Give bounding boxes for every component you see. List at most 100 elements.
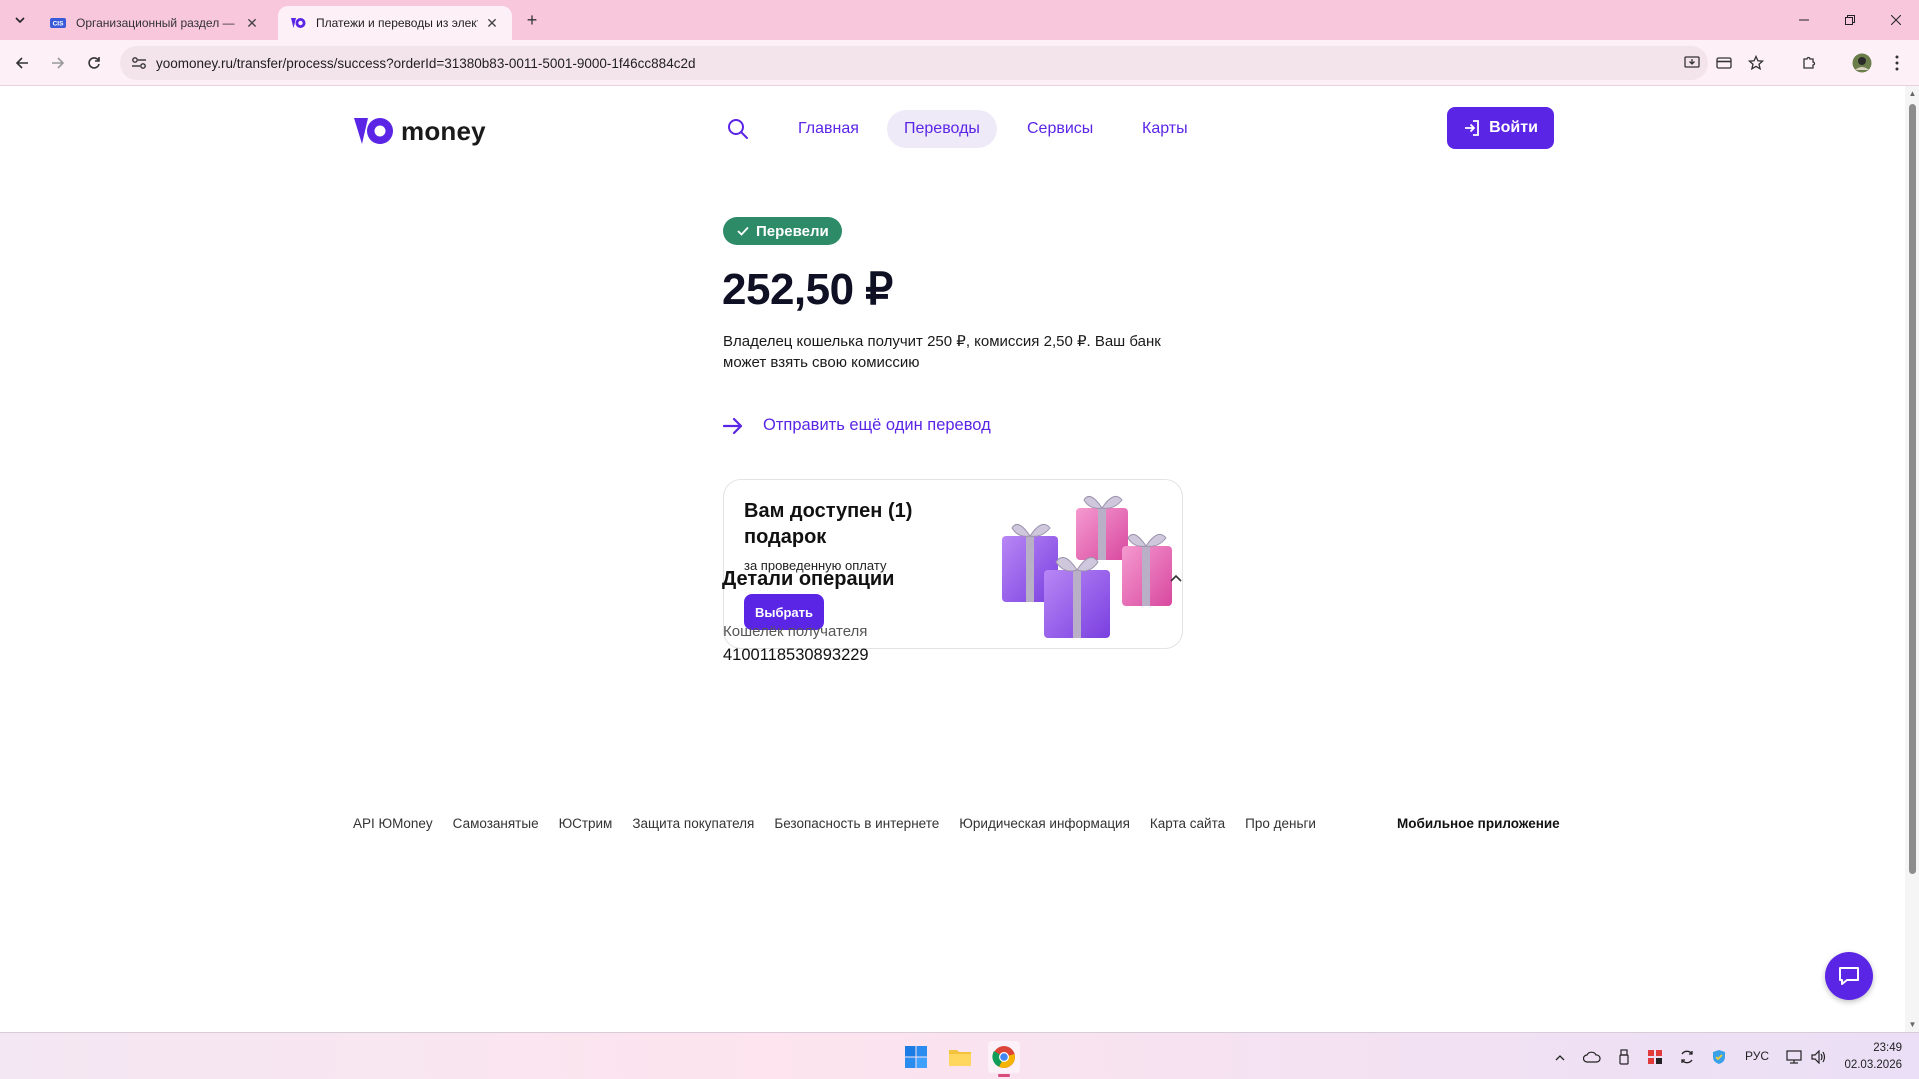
tab-yoomoney[interactable]: Платежи и переводы из элект ✕ [278, 6, 512, 40]
search-button[interactable] [724, 115, 752, 143]
volume-icon[interactable] [1809, 1047, 1829, 1067]
input-language[interactable]: РУС [1745, 1049, 1769, 1063]
status-badge: Перевели [723, 217, 842, 245]
scroll-down-icon[interactable]: ▼ [1908, 1020, 1917, 1029]
login-icon [1465, 120, 1479, 136]
reload-icon [88, 57, 100, 69]
arrow-right-icon [52, 57, 65, 69]
footer-mobile-app[interactable]: Мобильное приложение [1397, 816, 1560, 831]
footer-link-api[interactable]: API ЮMoney [353, 816, 433, 831]
nav-home[interactable]: Главная [781, 110, 876, 148]
footer-link-legal[interactable]: Юридическая информация [959, 816, 1130, 831]
star-icon[interactable] [1746, 54, 1766, 72]
footer-link-buyer-protection[interactable]: Защита покупателя [632, 816, 754, 831]
install-app-icon[interactable] [1682, 54, 1702, 72]
footer-link-sitemap[interactable]: Карта сайта [1150, 816, 1225, 831]
extensions-button[interactable] [1795, 49, 1823, 77]
more-vertical-icon [1895, 55, 1899, 71]
windows-logo-icon [905, 1046, 927, 1068]
active-app-indicator [998, 1074, 1010, 1077]
tab-title: Организационный раздел — [76, 16, 235, 30]
support-chat-button[interactable] [1825, 952, 1873, 1000]
chevron-up-icon[interactable] [1550, 1047, 1570, 1067]
close-tab-icon[interactable]: ✕ [244, 15, 260, 31]
footer-link-about-money[interactable]: Про деньги [1245, 816, 1316, 831]
app-tray-icon[interactable] [1645, 1047, 1665, 1067]
clock-date: 02.03.2026 [1844, 1059, 1902, 1071]
browser-toolbar: yoomoney.ru/transfer/process/success?ord… [0, 40, 1919, 86]
windows-taskbar: РУС 23:49 02.03.2026 [0, 1032, 1919, 1079]
login-label: Войти [1489, 119, 1538, 136]
forward-button[interactable] [44, 49, 72, 77]
status-label: Перевели [756, 222, 829, 240]
menu-button[interactable] [1883, 49, 1911, 77]
card-icon[interactable] [1714, 54, 1734, 72]
address-bar[interactable]: yoomoney.ru/transfer/process/success?ord… [120, 46, 1764, 80]
new-tab-button[interactable]: + [520, 8, 544, 32]
minimize-icon [1799, 19, 1809, 21]
recipient-wallet-label: Кошелёк получателя [723, 623, 868, 640]
scroll-up-icon[interactable]: ▲ [1908, 89, 1917, 98]
chrome-taskbar-button[interactable] [988, 1041, 1020, 1077]
puzzle-icon [1803, 56, 1816, 69]
check-icon [737, 226, 749, 236]
gift-title: Вам доступен (1) подарок [744, 500, 913, 548]
yoomoney-favicon-icon [290, 15, 306, 31]
chevron-down-icon [15, 17, 25, 24]
send-another-transfer-link[interactable]: Отправить ещё один перевод [723, 416, 991, 435]
tab-org-section[interactable]: CIS Организационный раздел — ✕ [38, 6, 272, 40]
file-explorer-button[interactable] [944, 1041, 976, 1073]
tab-title: Платежи и переводы из элект [316, 16, 478, 30]
arrow-right-icon [723, 417, 743, 434]
chevron-up-icon[interactable] [1166, 568, 1186, 588]
page-scrollbar[interactable]: ▲ ▼ [1905, 86, 1919, 1032]
browser-tab-strip: CIS Организационный раздел — ✕ Платежи и… [0, 0, 1919, 40]
transfer-description: Владелец кошелька получит 250 ₽, комисси… [723, 333, 1161, 371]
search-icon [728, 119, 748, 139]
nav-transfers[interactable]: Переводы [887, 110, 997, 148]
back-button[interactable] [8, 49, 36, 77]
cis-favicon-icon: CIS [50, 15, 66, 31]
logo-text: money [401, 115, 486, 146]
minimize-button[interactable] [1781, 0, 1827, 40]
nav-cards[interactable]: Карты [1125, 110, 1205, 148]
chat-icon [1839, 967, 1859, 985]
avatar-icon [1852, 53, 1872, 73]
network-icon[interactable] [1784, 1047, 1804, 1067]
folder-icon [949, 1050, 971, 1066]
profile-avatar[interactable] [1848, 49, 1876, 77]
system-clock[interactable]: 23:49 02.03.2026 [1842, 1040, 1902, 1074]
details-heading[interactable]: Детали операции [722, 568, 894, 591]
chrome-icon [992, 1046, 1015, 1068]
footer-link-ystream[interactable]: ЮСтрим [559, 816, 613, 831]
close-tab-icon[interactable]: ✕ [484, 15, 500, 31]
footer-links: API ЮMoney Самозанятые ЮСтрим Защита пок… [353, 816, 1316, 831]
footer-link-internet-security[interactable]: Безопасность в интернете [774, 816, 939, 831]
page-viewport: money Главная Переводы Сервисы Карты Вой… [0, 86, 1905, 1032]
arrow-left-icon [15, 57, 28, 69]
onedrive-icon[interactable] [1582, 1047, 1602, 1067]
reload-button[interactable] [80, 49, 108, 77]
yoomoney-logo-icon [353, 116, 395, 146]
close-window-button[interactable] [1873, 0, 1919, 40]
restore-button[interactable] [1827, 0, 1873, 40]
gift-boxes-image [1002, 495, 1172, 638]
close-icon [1891, 15, 1901, 25]
site-info-icon[interactable] [130, 54, 148, 72]
scrollbar-thumb[interactable] [1909, 104, 1916, 874]
url-text: yoomoney.ru/transfer/process/success?ord… [156, 55, 696, 71]
restore-icon [1845, 15, 1855, 25]
send-another-label: Отправить ещё один перевод [763, 416, 991, 434]
usb-device-icon[interactable] [1614, 1047, 1634, 1067]
yoomoney-logo[interactable]: money [353, 113, 486, 149]
svg-text:CIS: CIS [53, 21, 65, 28]
footer-link-selfemployed[interactable]: Самозанятые [453, 816, 539, 831]
transfer-amount: 252,50 ₽ [722, 265, 893, 314]
sync-icon[interactable] [1677, 1047, 1697, 1067]
tab-search-button[interactable] [8, 8, 32, 32]
security-shield-icon[interactable] [1709, 1047, 1729, 1067]
start-button[interactable] [900, 1041, 932, 1073]
login-button[interactable]: Войти [1447, 107, 1554, 149]
clock-time: 23:49 [1873, 1042, 1902, 1054]
nav-services[interactable]: Сервисы [1010, 110, 1110, 148]
